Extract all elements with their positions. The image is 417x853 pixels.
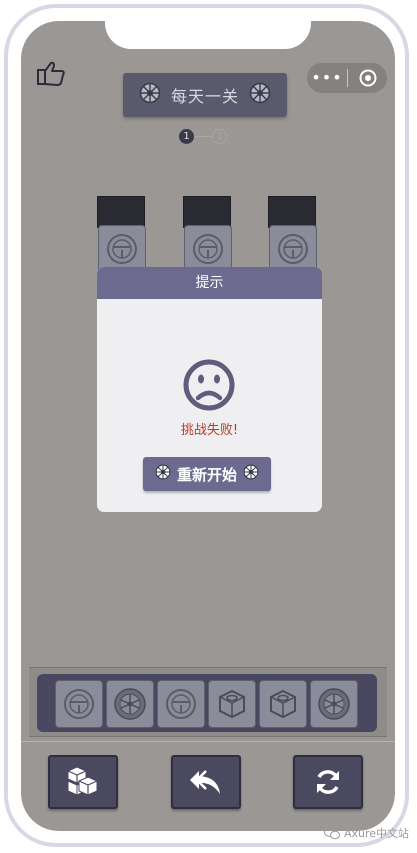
steering-wheel-tile[interactable] xyxy=(98,225,146,273)
wheel-rim-icon xyxy=(318,688,350,720)
sad-face-icon xyxy=(181,357,237,417)
bottom-divider xyxy=(21,741,395,742)
more-dots-icon[interactable]: ••• xyxy=(307,63,347,93)
target-icon[interactable] xyxy=(348,69,387,87)
fail-message: 挑战失败! xyxy=(180,423,239,438)
step-1: 1 xyxy=(179,129,194,144)
restart-wheel-right-icon xyxy=(243,464,259,484)
level-title: 每天一关 xyxy=(170,87,239,106)
refresh-icon xyxy=(317,770,339,794)
tray-tile-wheel-rim[interactable] xyxy=(106,680,154,728)
steering-wheel-icon xyxy=(278,234,308,264)
thumb-back-icon[interactable] xyxy=(35,59,67,89)
tile-tray-area xyxy=(29,667,387,737)
watermark: Axure中文站 xyxy=(324,825,409,841)
undo-icon xyxy=(190,770,220,794)
refresh-button[interactable] xyxy=(293,755,363,809)
tray-tile-steering-wheel[interactable] xyxy=(157,680,205,728)
restart-wheel-left-icon xyxy=(155,464,171,484)
steering-wheel-icon xyxy=(166,689,196,719)
steering-wheel-icon xyxy=(193,234,223,264)
phone-notch xyxy=(105,21,311,49)
wheel-left-icon xyxy=(139,82,161,108)
restart-button-label: 重新开始 xyxy=(176,465,237,484)
chat-bubble-icon xyxy=(324,827,340,840)
hex-nut-icon xyxy=(270,689,296,719)
step-connector xyxy=(194,136,212,137)
level-title-bar: 每天一关 xyxy=(123,73,287,117)
fail-dialog: 提示 挑战失败! 重新开始 xyxy=(97,267,322,512)
level-steps: 1 2 xyxy=(179,129,227,144)
shuffle-button[interactable] xyxy=(48,755,118,809)
target-slot xyxy=(183,196,231,228)
tray-tile-steering-wheel[interactable] xyxy=(55,680,103,728)
steering-wheel-icon xyxy=(107,234,137,264)
restart-button[interactable]: 重新开始 xyxy=(143,457,271,491)
tray-tile-wheel-rim[interactable] xyxy=(310,680,358,728)
steering-wheel-icon xyxy=(64,689,94,719)
undo-button[interactable] xyxy=(171,755,241,809)
steering-wheel-tile[interactable] xyxy=(269,225,317,273)
target-slot xyxy=(268,196,316,228)
hex-nut-icon xyxy=(219,689,245,719)
step-2: 2 xyxy=(212,129,227,144)
wheel-right-icon xyxy=(249,82,271,108)
target-slot xyxy=(97,196,145,228)
wheel-rim-icon xyxy=(114,688,146,720)
miniprogram-capsule: ••• xyxy=(307,63,387,93)
steering-wheel-tile[interactable] xyxy=(184,225,232,273)
tray-tile-hex-nut[interactable] xyxy=(259,680,307,728)
watermark-text: Axure中文站 xyxy=(344,827,410,840)
tile-tray xyxy=(37,674,377,732)
dialog-title: 提示 xyxy=(97,267,322,299)
app-screen: ••• 每天一关 1 2 提示 挑战失败! 重新开始 xyxy=(21,21,395,831)
cubes-icon xyxy=(67,766,98,796)
tray-tile-hex-nut[interactable] xyxy=(208,680,256,728)
